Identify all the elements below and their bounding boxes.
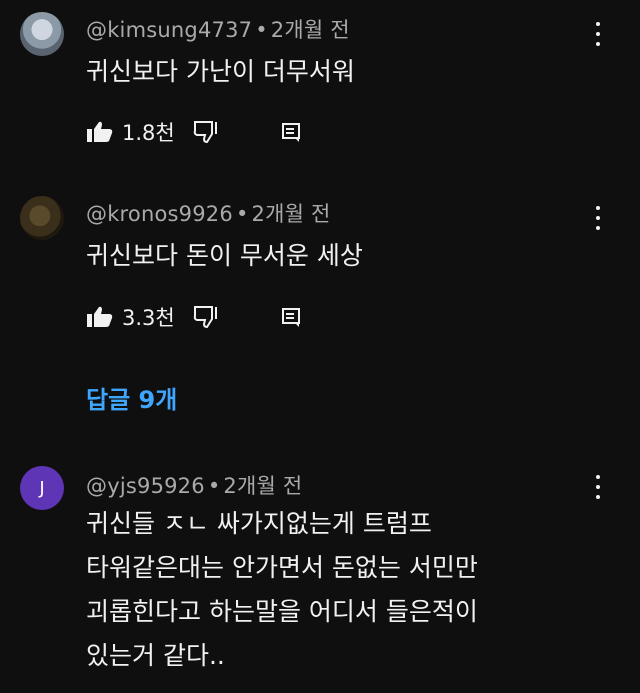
more-options-icon[interactable] [588, 475, 608, 499]
comment-text-line: 괴롭힌다고 하는말을 어디서 들은적이 [86, 597, 478, 626]
more-options-icon[interactable] [588, 22, 608, 46]
meta-separator: • [235, 202, 249, 226]
reply-icon[interactable] [280, 306, 302, 328]
view-replies-button[interactable]: 답글 9개 [86, 380, 177, 415]
comment-actions: 1.8천 [86, 117, 302, 147]
comment-text: 귀신들 ㅈㄴ 싸가지없는게 트럼프 타워같은대는 안가면서 돈없는 서민만 괴롭… [86, 502, 478, 678]
reply-icon[interactable] [280, 121, 302, 143]
dislike-icon[interactable] [192, 305, 220, 329]
comment-meta: @kronos9926 • 2개월 전 [86, 198, 331, 228]
dislike-icon[interactable] [192, 120, 220, 144]
like-count: 1.8천 [122, 121, 175, 145]
comment-text-line: 타워같은대는 안가면서 돈없는 서민만 [86, 553, 478, 582]
like-count: 3.3천 [122, 306, 175, 330]
comment-time: 2개월 전 [270, 18, 350, 42]
comment-time: 2개월 전 [223, 474, 303, 498]
comment-author[interactable]: @kronos9926 [86, 202, 233, 226]
avatar[interactable]: J [20, 466, 64, 510]
comment-actions: 3.3천 [86, 302, 302, 332]
more-options-icon[interactable] [588, 206, 608, 230]
comment-author[interactable]: @kimsung4737 [86, 18, 252, 42]
comment-text-line: 귀신들 ㅈㄴ 싸가지없는게 트럼프 [86, 509, 432, 538]
comment-time: 2개월 전 [251, 202, 331, 226]
comment-text-line: 귀신보다 돈이 무서운 세상 [86, 241, 363, 270]
comment-text: 귀신보다 돈이 무서운 세상 [86, 234, 363, 278]
avatar-letter: J [39, 477, 45, 499]
avatar[interactable] [20, 12, 64, 56]
like-icon[interactable] [86, 120, 114, 144]
avatar[interactable] [20, 196, 64, 240]
comment-text-line: 귀신보다 가난이 더무서워 [86, 57, 355, 86]
like-icon[interactable] [86, 305, 114, 329]
meta-separator: • [207, 474, 221, 498]
comment-meta: @kimsung4737 • 2개월 전 [86, 14, 350, 44]
comment-author[interactable]: @yjs95926 [86, 474, 205, 498]
meta-separator: • [255, 18, 268, 42]
comment-meta: @yjs95926 • 2개월 전 [86, 470, 302, 500]
comment-text-line: 있는거 같다.. [86, 641, 225, 670]
comment-text: 귀신보다 가난이 더무서워 [86, 50, 355, 94]
